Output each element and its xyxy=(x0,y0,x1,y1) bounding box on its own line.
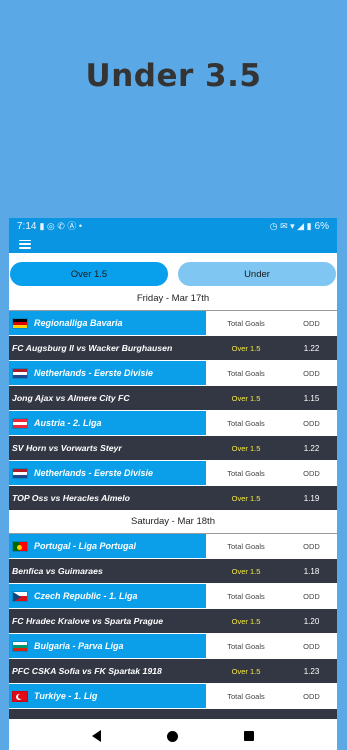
match-row[interactable]: FC Augsburg II vs Wacker Burghausen Over … xyxy=(9,336,337,360)
match-row[interactable]: FC Hradec Kralove vs Sparta Prague Over 1… xyxy=(9,609,337,633)
league-name-cell: Netherlands - Eerste Divisie xyxy=(9,461,206,485)
match-teams: PFC CSKA Sofia vs FK Spartak 1918 xyxy=(12,666,162,676)
match-row[interactable]: Benfica vs Guimaraes Over 1.5 1.18 xyxy=(9,559,337,583)
league-name: Netherlands - Eerste Divisie xyxy=(34,368,154,378)
odd-header: ODD xyxy=(303,418,320,428)
austria-flag-icon xyxy=(12,417,28,429)
match-row-partial xyxy=(9,709,337,719)
notification-icons: ▮ ◎ ✆ Ⓐ • xyxy=(39,221,82,231)
match-odd: 1.22 xyxy=(303,443,320,453)
match-row[interactable]: PFC CSKA Sofia vs FK Spartak 1918 Over 1.… xyxy=(9,659,337,683)
odd-header: ODD xyxy=(303,318,320,328)
match-teams: SV Horn vs Vorwarts Steyr xyxy=(12,443,122,453)
total-goals-header: Total Goals xyxy=(227,368,265,378)
league-name-cell: Turkiye - 1. Lig xyxy=(9,684,206,708)
league-name-cell: Austria - 2. Liga xyxy=(9,411,206,435)
match-teams: Jong Ajax vs Almere City FC xyxy=(12,393,130,403)
netherlands-flag-icon xyxy=(12,367,28,379)
czech-flag-icon xyxy=(12,590,28,602)
odd-header: ODD xyxy=(303,591,320,601)
league-row: Netherlands - Eerste Divisie Total Goals O… xyxy=(9,361,337,385)
odd-header: ODD xyxy=(303,468,320,478)
status-bar: 7:14 ▮ ◎ ✆ Ⓐ • ◷ ✉ ▾ ◢ ▮ 6% xyxy=(9,218,337,235)
match-tip: Over 1.5 xyxy=(231,493,261,503)
league-name-cell: Netherlands - Eerste Divisie xyxy=(9,361,206,385)
match-row[interactable]: Jong Ajax vs Almere City FC Over 1.5 1.15 xyxy=(9,386,337,410)
match-odd: 1.23 xyxy=(303,666,320,676)
match-teams: FC Augsburg II vs Wacker Burghausen xyxy=(12,343,173,353)
germany-flag-icon xyxy=(12,317,28,329)
league-name: Netherlands - Eerste Divisie xyxy=(34,468,154,478)
league-row: Austria - 2. Liga Total Goals ODD xyxy=(9,411,337,435)
league-name: Bulgaria - Parva Liga xyxy=(34,641,124,651)
league-name-cell: Bulgaria - Parva Liga xyxy=(9,634,206,658)
match-teams: TOP Oss vs Heracles Almelo xyxy=(12,493,130,503)
match-tip: Over 1.5 xyxy=(231,666,261,676)
tab-bar: Over 1.5 Under xyxy=(9,253,337,288)
bulgaria-flag-icon xyxy=(12,640,28,652)
league-name-cell: Czech Republic - 1. Liga xyxy=(9,584,206,608)
recents-icon[interactable] xyxy=(244,731,254,741)
league-name: Austria - 2. Liga xyxy=(34,418,102,428)
total-goals-header: Total Goals xyxy=(227,641,265,651)
league-name: Turkiye - 1. Lig xyxy=(34,691,98,701)
total-goals-header: Total Goals xyxy=(227,318,265,328)
league-name-cell: Regionalliga Bavaria xyxy=(9,311,206,335)
total-goals-header: Total Goals xyxy=(227,418,265,428)
netherlands-flag-icon xyxy=(12,467,28,479)
league-name: Portugal - Liga Portugal xyxy=(34,541,137,551)
odd-header: ODD xyxy=(303,541,320,551)
status-time: 7:14 xyxy=(17,221,37,232)
total-goals-header: Total Goals xyxy=(227,541,265,551)
turkey-flag-icon xyxy=(12,690,28,702)
match-tip: Over 1.5 xyxy=(231,393,261,403)
app-bar xyxy=(9,235,337,253)
match-row[interactable]: TOP Oss vs Heracles Almelo Over 1.5 1.19 xyxy=(9,486,337,510)
total-goals-header: Total Goals xyxy=(227,691,265,701)
league-row: Czech Republic - 1. Liga Total Goals ODD xyxy=(9,584,337,608)
navigation-bar xyxy=(9,722,337,750)
home-icon[interactable] xyxy=(167,730,178,742)
date-header: Saturday - Mar 18th xyxy=(9,511,337,534)
league-row: Bulgaria - Parva Liga Total Goals ODD xyxy=(9,634,337,658)
league-row: Regionalliga Bavaria Total Goals ODD xyxy=(9,311,337,335)
menu-icon[interactable] xyxy=(19,239,31,249)
total-goals-header: Total Goals xyxy=(227,591,265,601)
odd-header: ODD xyxy=(303,691,320,701)
total-goals-header: Total Goals xyxy=(227,468,265,478)
match-tip: Over 1.5 xyxy=(231,443,261,453)
phone-screen: 7:14 ▮ ◎ ✆ Ⓐ • ◷ ✉ ▾ ◢ ▮ 6% Over 1.5 Und… xyxy=(9,218,337,750)
odd-header: ODD xyxy=(303,641,320,651)
battery-percent: 6% xyxy=(314,221,329,232)
league-name-cell: Portugal - Liga Portugal xyxy=(9,534,206,558)
tab-under[interactable]: Under xyxy=(178,262,336,286)
match-tip: Over 1.5 xyxy=(231,566,261,576)
match-tip: Over 1.5 xyxy=(231,343,261,353)
match-teams: FC Hradec Kralove vs Sparta Prague xyxy=(12,616,164,626)
match-odd: 1.15 xyxy=(303,393,320,403)
match-list: Friday - Mar 17th Regionalliga Bavaria Tot… xyxy=(9,288,337,719)
back-icon[interactable] xyxy=(92,730,101,742)
league-row: Portugal - Liga Portugal Total Goals ODD xyxy=(9,534,337,558)
league-name: Regionalliga Bavaria xyxy=(34,318,123,328)
portugal-flag-icon xyxy=(12,540,28,552)
system-icons: ◷ ✉ ▾ ◢ ▮ xyxy=(269,221,312,231)
match-tip: Over 1.5 xyxy=(231,616,261,626)
date-header: Friday - Mar 17th xyxy=(9,288,337,311)
match-odd: 1.18 xyxy=(303,566,320,576)
odd-header: ODD xyxy=(303,368,320,378)
match-odd: 1.20 xyxy=(303,616,320,626)
tab-over-1-5[interactable]: Over 1.5 xyxy=(10,262,168,286)
league-row: Turkiye - 1. Lig Total Goals ODD xyxy=(9,684,337,708)
league-name: Czech Republic - 1. Liga xyxy=(34,591,138,601)
match-row[interactable]: SV Horn vs Vorwarts Steyr Over 1.5 1.22 xyxy=(9,436,337,460)
promo-title: Under 3.5 xyxy=(85,58,262,94)
match-odd: 1.19 xyxy=(303,493,320,503)
league-row: Netherlands - Eerste Divisie Total Goals O… xyxy=(9,461,337,485)
match-odd: 1.22 xyxy=(303,343,320,353)
match-teams: Benfica vs Guimaraes xyxy=(12,566,103,576)
